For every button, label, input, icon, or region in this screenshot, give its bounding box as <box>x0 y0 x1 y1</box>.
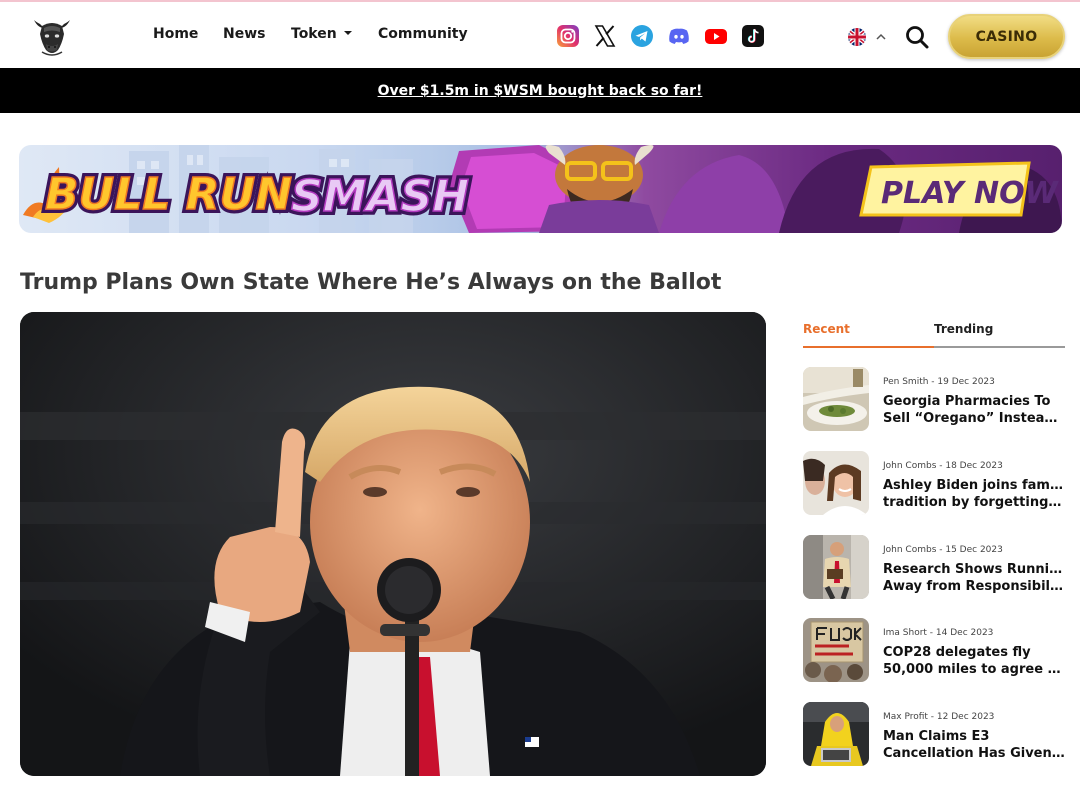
list-item[interactable]: Max Profit - 12 Dec 2023 Man Claims E3 C… <box>803 702 1065 768</box>
nav-home-label: Home <box>153 26 199 42</box>
post-thumbnail <box>803 451 869 515</box>
article-hero-image <box>20 312 766 776</box>
post-title-line: tradition by forgetting to pay taxes <box>883 495 1065 510</box>
uk-flag-icon <box>848 28 886 46</box>
post-title-line: Research Shows Running <box>883 562 1065 577</box>
language-selector[interactable] <box>846 28 890 46</box>
post-title[interactable]: Ashley Biden joins family tradition by f… <box>883 477 1065 511</box>
nav-community[interactable]: Community <box>378 26 468 42</box>
nav-community-label: Community <box>378 26 468 42</box>
post-title-line: Away from Responsibilities Works <box>883 579 1065 594</box>
post-title-line: Georgia Pharmacies To <box>883 394 1051 409</box>
nav-token-dropdown[interactable]: Token <box>291 26 352 42</box>
post-title[interactable]: Man Claims E3 Cancellation Has Given Him… <box>883 728 1065 762</box>
post-thumbnail <box>803 618 869 682</box>
caret-down-icon <box>343 31 352 35</box>
post-thumbnail <box>803 535 869 599</box>
list-item[interactable]: Pen Smith - 19 Dec 2023 Georgia Pharmaci… <box>803 367 1065 433</box>
post-title[interactable]: Research Shows Running Away from Respons… <box>883 561 1065 595</box>
article-title: Trump Plans Own State Where He’s Always … <box>20 270 722 295</box>
bull-head-logo-icon[interactable] <box>30 14 74 58</box>
tab-active-indicator <box>803 346 934 348</box>
nav-home[interactable]: Home <box>153 26 198 42</box>
post-title[interactable]: COP28 delegates fly 50,000 miles to agre… <box>883 644 1065 678</box>
tab-recent[interactable]: Recent <box>803 322 850 336</box>
promo-banner[interactable]: BULL RUN BULL RUN SMASH SMASH PLAY NOW <box>19 145 1062 233</box>
list-item[interactable]: John Combs - 18 Dec 2023 Ashley Biden jo… <box>803 451 1065 517</box>
post-meta: Pen Smith - 19 Dec 2023 <box>883 377 995 387</box>
post-thumbnail <box>803 367 869 431</box>
nav-news-label: News <box>223 26 266 42</box>
post-title-line: 50,000 miles to agree fossil fuels bad <box>883 662 1065 677</box>
nav-token-label: Token <box>291 26 337 42</box>
post-meta: Ima Short - 14 Dec 2023 <box>883 628 994 638</box>
post-meta: Max Profit - 12 Dec 2023 <box>883 712 995 722</box>
post-thumbnail <box>803 702 869 766</box>
site-header: Home News Token Community CASINO <box>0 2 1080 68</box>
youtube-icon[interactable] <box>704 24 728 48</box>
x-icon[interactable] <box>593 24 617 48</box>
instagram-icon[interactable] <box>556 24 580 48</box>
search-icon[interactable] <box>904 24 930 50</box>
svg-text:BULL RUN: BULL RUN <box>45 169 292 220</box>
nav-news[interactable]: News <box>223 26 265 42</box>
svg-text:PLAY NOW: PLAY NOW <box>881 176 1060 211</box>
list-item[interactable]: Ima Short - 14 Dec 2023 COP28 delegates … <box>803 618 1065 684</box>
list-item[interactable]: John Combs - 15 Dec 2023 Research Shows … <box>803 535 1065 601</box>
post-meta: John Combs - 18 Dec 2023 <box>883 461 1003 471</box>
casino-button-label: CASINO <box>975 28 1038 45</box>
chevron-up-icon <box>876 33 886 40</box>
tiktok-icon[interactable] <box>741 24 765 48</box>
banner-artwork: BULL RUN BULL RUN SMASH SMASH PLAY NOW <box>23 145 1062 233</box>
telegram-icon[interactable] <box>630 24 654 48</box>
post-title[interactable]: Georgia Pharmacies To Sell “Oregano” Ins… <box>883 393 1065 427</box>
announcement-link[interactable]: Over $1.5m in $WSM bought back so far! <box>378 83 703 99</box>
tab-trending[interactable]: Trending <box>934 322 993 336</box>
sidebar-tabs: Recent Trending <box>803 322 1065 348</box>
post-title-line: COP28 delegates fly <box>883 645 1031 660</box>
casino-button[interactable]: CASINO <box>948 14 1065 59</box>
post-meta: John Combs - 15 Dec 2023 <box>883 545 1003 555</box>
post-title-line: Cancellation Has Given Him Purpose <box>883 746 1065 761</box>
post-title-line: Man Claims E3 <box>883 729 990 744</box>
svg-text:SMASH: SMASH <box>291 171 469 222</box>
post-title-line: Ashley Biden joins family <box>883 478 1065 493</box>
post-title-line: Sell “Oregano” Instead of Vegetables <box>883 411 1065 426</box>
discord-icon[interactable] <box>667 24 691 48</box>
announcement-bar: Over $1.5m in $WSM bought back so far! <box>0 68 1080 113</box>
